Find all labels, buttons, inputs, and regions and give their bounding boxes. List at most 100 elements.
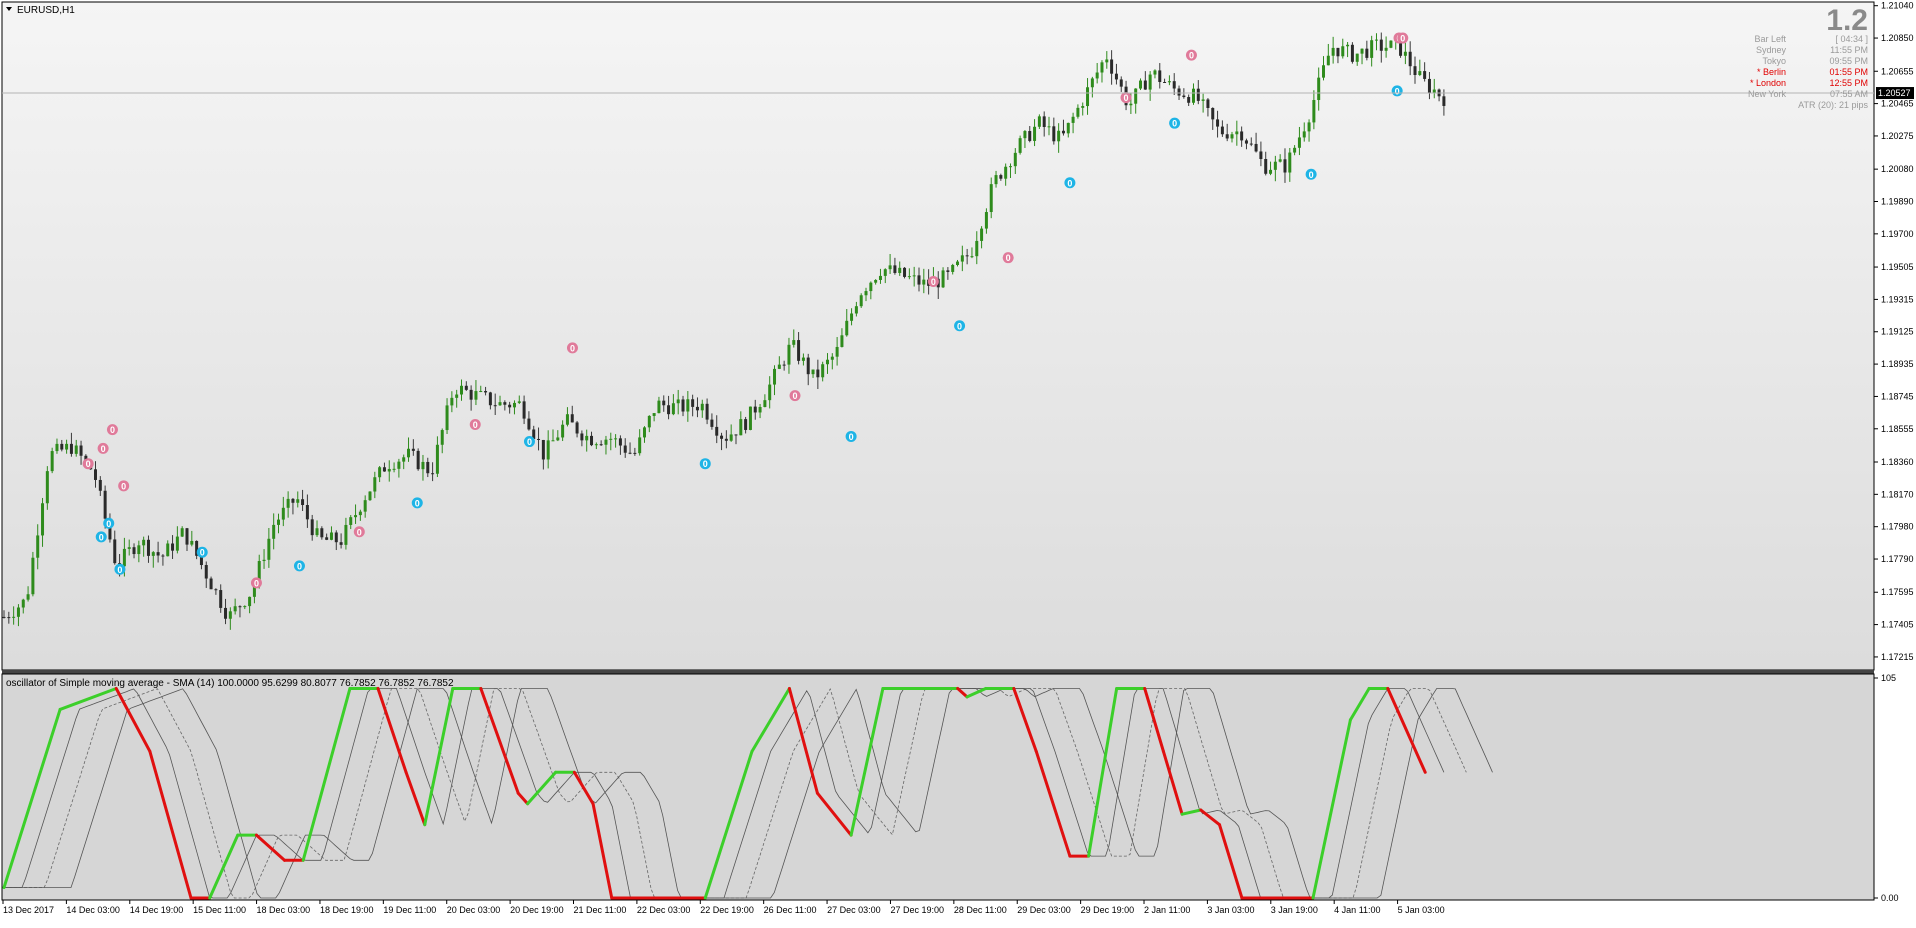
time-tick-label: 29 Dec 03:00 <box>1017 905 1071 915</box>
time-tick-label: 5 Jan 03:00 <box>1398 905 1445 915</box>
candle <box>1350 42 1354 64</box>
price-tick-label: 1.20275 <box>1881 131 1914 141</box>
svg-text:0: 0 <box>110 425 115 435</box>
price-tick-label: 1.21040 <box>1881 1 1914 11</box>
svg-text:1.20527: 1.20527 <box>1878 88 1911 98</box>
info-row-label: * London <box>1750 78 1786 88</box>
svg-text:0: 0 <box>1006 253 1011 263</box>
time-tick-label: 14 Dec 03:00 <box>66 905 120 915</box>
time-tick-label: 4 Jan 11:00 <box>1334 905 1380 915</box>
svg-text:0: 0 <box>1395 86 1400 96</box>
candle <box>50 447 54 474</box>
svg-text:0: 0 <box>931 277 936 287</box>
high-marker: 0 <box>1397 32 1409 44</box>
symbol-title[interactable]: EURUSD,H1 <box>6 5 75 16</box>
svg-text:0: 0 <box>793 391 798 401</box>
low-marker: 0 <box>1169 117 1181 129</box>
price-tick-label: 1.17790 <box>1881 554 1914 564</box>
price-tick-label: 1.17595 <box>1881 587 1914 597</box>
high-marker: 0 <box>1185 49 1197 61</box>
high-marker: 0 <box>250 577 262 589</box>
price-tick-label: 1.18935 <box>1881 359 1914 369</box>
svg-text:0: 0 <box>1172 119 1177 129</box>
oscillator-tick-label: 105 <box>1881 673 1896 683</box>
time-tick-label: 21 Dec 11:00 <box>574 905 627 915</box>
price-tick-label: 1.18555 <box>1881 424 1914 434</box>
svg-text:0: 0 <box>297 561 302 571</box>
svg-text:0: 0 <box>200 548 205 558</box>
svg-text:0: 0 <box>1400 34 1405 44</box>
svg-text:0: 0 <box>86 459 91 469</box>
svg-text:0: 0 <box>527 437 532 447</box>
svg-text:0: 0 <box>473 420 478 430</box>
info-row-value: [ 04:34 ] <box>1835 34 1868 44</box>
svg-text:0: 0 <box>1123 93 1128 103</box>
price-tick-label: 1.19700 <box>1881 229 1914 239</box>
info-row-label: * Berlin <box>1757 67 1786 77</box>
info-atr: ATR (20): 21 pips <box>1798 100 1868 110</box>
candle <box>748 406 752 431</box>
info-row-value: 12:55 PM <box>1829 78 1868 88</box>
low-marker: 0 <box>1305 168 1317 180</box>
svg-text:0: 0 <box>357 527 362 537</box>
high-marker: 0 <box>1120 92 1132 104</box>
low-marker: 0 <box>1391 85 1403 97</box>
oscillator-title: oscillator of Simple moving average - SM… <box>6 678 454 689</box>
time-tick-label: 18 Dec 03:00 <box>257 905 311 915</box>
high-marker: 0 <box>927 276 939 288</box>
low-marker: 0 <box>699 458 711 470</box>
low-marker: 0 <box>523 436 535 448</box>
time-tick-label: 19 Dec 11:00 <box>383 905 436 915</box>
price-tick-label: 1.18360 <box>1881 457 1914 467</box>
svg-text:0: 0 <box>121 481 126 491</box>
info-row-value: 01:55 PM <box>1829 67 1868 77</box>
price-tick-label: 1.19505 <box>1881 262 1914 272</box>
svg-text:0: 0 <box>99 532 104 542</box>
time-tick-label: 22 Dec 19:00 <box>700 905 754 915</box>
svg-text:0: 0 <box>415 498 420 508</box>
time-tick-label: 27 Dec 03:00 <box>827 905 881 915</box>
svg-text:0: 0 <box>254 578 259 588</box>
info-row-label: Bar Left <box>1754 34 1786 44</box>
info-row-label: Sydney <box>1756 45 1787 55</box>
svg-text:0: 0 <box>849 432 854 442</box>
svg-text:0: 0 <box>1067 178 1072 188</box>
low-marker: 0 <box>954 320 966 332</box>
svg-text:0: 0 <box>117 565 122 575</box>
price-panel[interactable] <box>1 1 1875 671</box>
time-tick-label: 3 Jan 03:00 <box>1207 905 1254 915</box>
low-marker: 0 <box>103 517 115 529</box>
svg-text:0: 0 <box>1309 170 1314 180</box>
panel-separator[interactable] <box>2 670 1874 674</box>
info-row-value: 11:55 PM <box>1830 45 1868 55</box>
price-tick-label: 1.20655 <box>1881 66 1914 76</box>
current-price-tag: 1.20527 <box>1876 87 1914 100</box>
svg-text:0: 0 <box>703 459 708 469</box>
high-marker: 0 <box>118 480 130 492</box>
svg-text:0: 0 <box>101 444 106 454</box>
oscillator-tick-label: 0.00 <box>1881 893 1899 903</box>
low-marker: 0 <box>293 560 305 572</box>
svg-text:0: 0 <box>106 519 111 529</box>
candle <box>859 293 863 308</box>
time-tick-label: 14 Dec 19:00 <box>130 905 184 915</box>
low-marker: 0 <box>196 546 208 558</box>
svg-text:0: 0 <box>1189 51 1194 61</box>
svg-text:0: 0 <box>570 343 575 353</box>
low-marker: 0 <box>95 531 107 543</box>
info-row-label: New York <box>1748 89 1787 99</box>
time-tick-label: 27 Dec 19:00 <box>890 905 944 915</box>
svg-text:0: 0 <box>957 321 962 331</box>
price-tick-label: 1.18745 <box>1881 391 1914 401</box>
price-tick-label: 1.20465 <box>1881 99 1914 109</box>
oscillator-panel[interactable] <box>1 673 1875 901</box>
price-tick-label: 1.18170 <box>1881 489 1914 499</box>
price-tick-label: 1.19125 <box>1881 327 1914 337</box>
price-tick-label: 1.19315 <box>1881 294 1914 304</box>
high-marker: 0 <box>97 442 109 454</box>
symbol-label: EURUSD,H1 <box>17 5 75 16</box>
time-tick-label: 2 Jan 11:00 <box>1144 905 1190 915</box>
time-tick-label: 20 Dec 19:00 <box>510 905 564 915</box>
chart-window: 00000000000000000000000000000 1.210401.2… <box>0 0 1916 923</box>
price-tick-label: 1.19890 <box>1881 196 1914 206</box>
